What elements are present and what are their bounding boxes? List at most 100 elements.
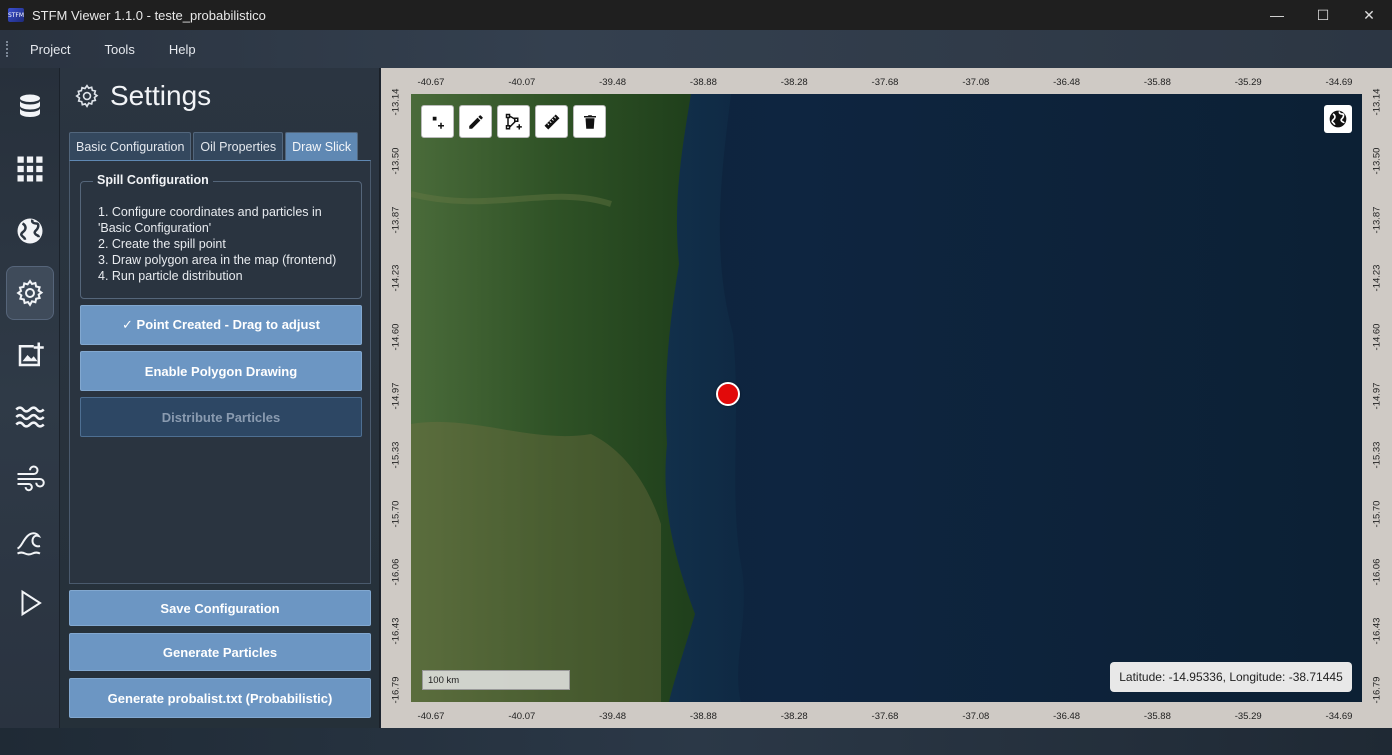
scale-bar: 100 km [422,670,570,690]
spill-instructions: 1. Configure coordinates and particles i… [98,204,356,284]
add-point-icon [432,116,444,129]
sidebar-item-wind[interactable] [6,452,54,506]
longitude-tick-label: -34.69 [1325,77,1353,88]
latitude-tick-label: -16.43 [390,617,402,645]
sidebar-item-run[interactable] [6,576,54,630]
longitude-tick-label: -37.68 [871,711,899,722]
satellite-map[interactable]: 100 km Latitude: -14.95336, Longitude: -… [411,94,1362,702]
spill-point-marker[interactable] [715,382,740,407]
spill-configuration-group: Spill Configuration 1. Configure coordin… [80,173,362,299]
longitude-tick-label: -40.07 [508,77,536,88]
longitude-axis-bottom: -40.67 -40.07 -39.48 -38.88 -38.28 -37.68 -37.… [411,702,1362,728]
basemap-toggle-button[interactable] [1324,105,1352,133]
globe-icon [17,218,43,244]
longitude-tick-label: -35.29 [1234,711,1262,722]
generate-particles-button[interactable]: Generate Particles [69,633,371,671]
sidebar-item-grid[interactable] [6,142,54,196]
gear-icon [16,279,44,307]
wind-icon [17,465,45,492]
minimize-button[interactable]: — [1254,0,1300,30]
longitude-tick-label: -39.48 [599,77,627,88]
page-title: Settings [110,80,212,111]
draw-polygon-tool[interactable] [497,105,530,138]
longitude-axis-top: -40.67 -40.07 -39.48 -38.88 -38.28 -37.68 -37.… [411,68,1362,94]
longitude-tick-label: -34.69 [1325,711,1353,722]
latitude-tick-label: -16.43 [1371,617,1383,645]
add-image-icon [18,342,44,367]
longitude-tick-label: -39.48 [599,711,627,722]
menu-project[interactable]: Project [30,42,70,57]
latitude-tick-label: -16.06 [390,558,402,586]
longitude-tick-label: -36.48 [1053,77,1081,88]
toolbar-grip-icon[interactable] [6,41,10,57]
tab-draw-slick[interactable]: Draw Slick [285,132,359,160]
window-title: STFM Viewer 1.1.0 - teste_probabilistico [32,7,266,23]
grid-icon [17,156,43,182]
instruction-step: 2. Create the spill point [98,237,226,251]
sidebar-item-settings[interactable] [6,266,54,320]
trash-icon [583,114,596,129]
longitude-tick-label: -38.28 [780,77,808,88]
measure-tool[interactable] [535,105,568,138]
waves-icon [15,406,45,428]
sidebar-item-wave[interactable] [6,514,54,568]
longitude-tick-label: -40.67 [417,711,445,722]
latitude-tick-label: -15.33 [1371,441,1383,469]
play-icon [21,589,42,617]
sidebar-item-globe[interactable] [6,204,54,258]
latitude-tick-label: -14.23 [390,264,402,292]
latitude-tick-label: -14.97 [390,382,402,410]
latitude-tick-label: -13.87 [390,206,402,234]
sidebar-nav [0,68,60,728]
latitude-axis-left: -13.14 -13.50 -13.87 -14.23 -14.60 -14.97 -15.… [381,89,411,704]
menu-tools[interactable]: Tools [104,42,134,57]
latitude-tick-label: -14.60 [390,323,402,351]
maximize-button[interactable]: ☐ [1300,0,1346,30]
title-bar: STFM STFM Viewer 1.1.0 - teste_probabili… [0,0,1392,30]
latitude-tick-label: -14.60 [1371,323,1383,351]
save-configuration-button[interactable]: Save Configuration [69,590,371,626]
longitude-tick-label: -37.08 [962,711,990,722]
longitude-tick-label: -37.08 [962,77,990,88]
add-polygon-icon [505,113,522,129]
longitude-tick-label: -38.88 [689,77,717,88]
latitude-tick-label: -14.97 [1371,382,1383,410]
latitude-tick-label: -14.23 [1371,264,1383,292]
close-button[interactable]: ✕ [1346,0,1392,30]
app-logo-icon: STFM [8,8,24,22]
latitude-tick-label: -16.79 [390,676,402,704]
latitude-tick-label: -13.50 [390,147,402,175]
delete-tool[interactable] [573,105,606,138]
sidebar-item-waves[interactable] [6,390,54,444]
latitude-axis-right: -13.14 -13.50 -13.87 -14.23 -14.60 -14.97 -15.… [1362,89,1392,704]
longitude-tick-label: -35.29 [1234,77,1262,88]
enable-polygon-drawing-button[interactable]: Enable Polygon Drawing [80,351,362,391]
map-frame: -40.67 -40.07 -39.48 -38.88 -38.28 -37.68 -37.… [381,68,1392,728]
instruction-step: 4. Run particle distribution [98,269,243,283]
tab-basic-configuration[interactable]: Basic Configuration [69,132,192,160]
distribute-particles-button[interactable]: Distribute Particles [80,397,362,437]
settings-header: Settings [74,80,211,112]
database-icon [20,94,40,117]
window-controls: — ☐ ✕ [1254,0,1392,30]
latitude-tick-label: -15.70 [390,500,402,528]
longitude-tick-label: -35.88 [1143,77,1171,88]
generate-probalist-button[interactable]: Generate probalist.txt (Probabilistic) [69,678,371,718]
tab-oil-properties[interactable]: Oil Properties [193,132,284,160]
latitude-tick-label: -16.06 [1371,558,1383,586]
longitude-tick-label: -35.88 [1143,711,1171,722]
draw-line-tool[interactable] [459,105,492,138]
sidebar-item-database[interactable] [6,80,54,134]
status-bar [0,728,1392,755]
draw-slick-tab-content: Spill Configuration 1. Configure coordin… [69,160,371,584]
latitude-tick-label: -13.50 [1371,147,1383,175]
coastline-land [411,94,744,702]
latitude-tick-label: -13.14 [390,88,402,116]
menu-help[interactable]: Help [169,42,196,57]
add-point-tool[interactable] [421,105,454,138]
coordinate-readout: Latitude: -14.95336, Longitude: -38.7144… [1110,662,1352,692]
sidebar-item-add-image[interactable] [6,328,54,382]
wave-icon [17,532,42,556]
point-created-button[interactable]: ✓ Point Created - Drag to adjust [80,305,362,345]
menu-bar: Project Tools Help [0,30,1392,68]
